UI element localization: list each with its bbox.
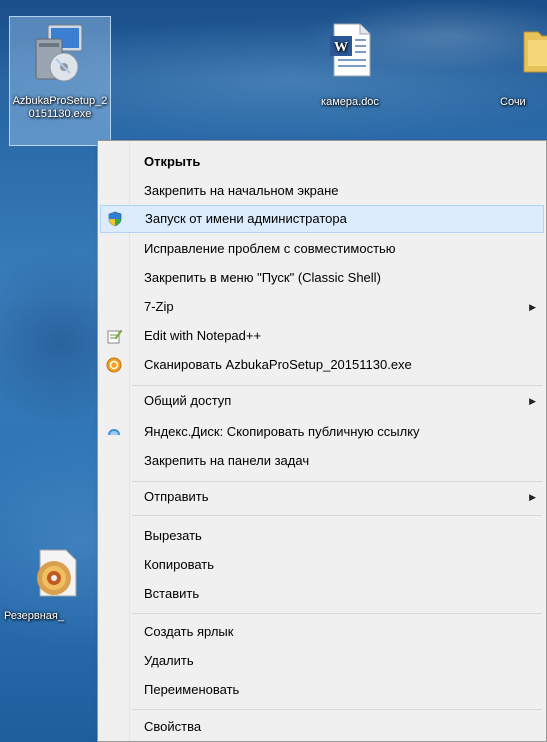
menu-item-label: Сканировать AzbukaProSetup_20151130.exe xyxy=(144,357,412,372)
menu-item-pin-start[interactable]: Закрепить на начальном экране xyxy=(100,177,544,205)
menu-item-paste[interactable]: Вставить xyxy=(100,580,544,608)
menu-item-label: Удалить xyxy=(144,653,194,668)
desktop-icon-label: Сочи xyxy=(500,96,526,108)
menu-separator xyxy=(132,385,542,386)
desktop-icon-label: камера.doc xyxy=(321,96,379,108)
menu-item-label: Открыть xyxy=(144,154,201,169)
desktop-icon-azbuka-setup[interactable]: AzbukaProSetup_20151130.exe xyxy=(9,16,111,146)
notepad-plus-icon xyxy=(107,329,122,344)
menu-item-pin-classic-shell[interactable]: Закрепить в меню "Пуск" (Classic Shell) xyxy=(100,264,544,292)
menu-separator xyxy=(132,481,542,482)
desktop-icon-label: AzbukaProSetup_20151130.exe xyxy=(12,95,108,120)
menu-separator xyxy=(132,515,542,516)
menu-item-label: Исправление проблем с совместимостью xyxy=(144,241,396,256)
menu-item-copy[interactable]: Копировать xyxy=(100,551,544,579)
menu-item-label: Закрепить на панели задач xyxy=(144,453,310,468)
menu-item-label: Edit with Notepad++ xyxy=(144,328,262,343)
folder-icon xyxy=(523,31,547,73)
menu-item-delete[interactable]: Удалить xyxy=(100,647,544,675)
menu-item-cut[interactable]: Вырезать xyxy=(100,522,544,550)
menu-item-label: Яндекс.Диск: Скопировать публичную ссылк… xyxy=(144,424,420,439)
menu-item-compat-troubleshoot[interactable]: Исправление проблем с совместимостью xyxy=(100,235,544,263)
menu-separator xyxy=(132,613,542,614)
desktop-icon-label: Резервная_ xyxy=(4,610,64,622)
menu-item-send-to[interactable]: Отправить ▶ xyxy=(100,483,544,511)
menu-item-label: Вырезать xyxy=(144,528,202,543)
menu-item-create-shortcut[interactable]: Создать ярлык xyxy=(100,618,544,646)
menu-item-sharing[interactable]: Общий доступ ▶ xyxy=(100,387,544,415)
menu-item-label: Закрепить на начальном экране xyxy=(144,183,339,198)
submenu-arrow-icon: ▶ xyxy=(529,492,536,502)
menu-item-label: Переименовать xyxy=(144,682,240,697)
menu-item-label: Создать ярлык xyxy=(144,624,234,639)
svg-text:W: W xyxy=(334,40,348,55)
menu-item-label: Копировать xyxy=(144,557,214,572)
uac-shield-icon xyxy=(108,211,122,227)
menu-item-label: Запуск от имени администратора xyxy=(145,211,347,226)
menu-item-open[interactable]: Открыть xyxy=(100,148,544,176)
menu-item-label: 7-Zip xyxy=(144,299,174,314)
menu-item-run-as-admin[interactable]: Запуск от имени администратора xyxy=(100,205,544,233)
desktop-icon-backup[interactable]: Резервная_ xyxy=(4,548,104,628)
menu-item-pin-taskbar[interactable]: Закрепить на панели задач xyxy=(100,447,544,475)
menu-item-label: Общий доступ xyxy=(144,393,232,408)
menu-item-antivirus-scan[interactable]: Сканировать AzbukaProSetup_20151130.exe xyxy=(100,351,544,379)
menu-item-label: Отправить xyxy=(144,489,209,504)
yandex-disk-icon xyxy=(108,429,120,435)
antivirus-scan-icon xyxy=(106,357,122,373)
context-menu: Открыть Закрепить на начальном экране За… xyxy=(97,140,547,742)
menu-item-properties[interactable]: Свойства xyxy=(100,713,544,741)
menu-item-7zip[interactable]: 7-Zip ▶ xyxy=(100,293,544,321)
submenu-arrow-icon: ▶ xyxy=(529,396,536,406)
menu-item-label: Закрепить в меню "Пуск" (Classic Shell) xyxy=(144,270,381,285)
menu-item-notepad-plus[interactable]: Edit with Notepad++ xyxy=(100,322,544,350)
menu-item-rename[interactable]: Переименовать xyxy=(100,676,544,704)
desktop-icon-sochi-folder[interactable]: Сочи xyxy=(500,20,547,120)
word-document-icon: W xyxy=(330,23,371,77)
menu-item-label: Свойства xyxy=(144,719,202,734)
installer-icon xyxy=(35,24,83,82)
menu-separator xyxy=(132,709,542,710)
backup-disc-icon xyxy=(37,549,77,597)
menu-item-yandex-disk-link[interactable]: Яндекс.Диск: Скопировать публичную ссылк… xyxy=(100,418,544,446)
submenu-arrow-icon: ▶ xyxy=(529,302,536,312)
desktop-icon-camera-doc[interactable]: W камера.doc xyxy=(300,20,410,120)
menu-item-label: Вставить xyxy=(144,586,200,601)
